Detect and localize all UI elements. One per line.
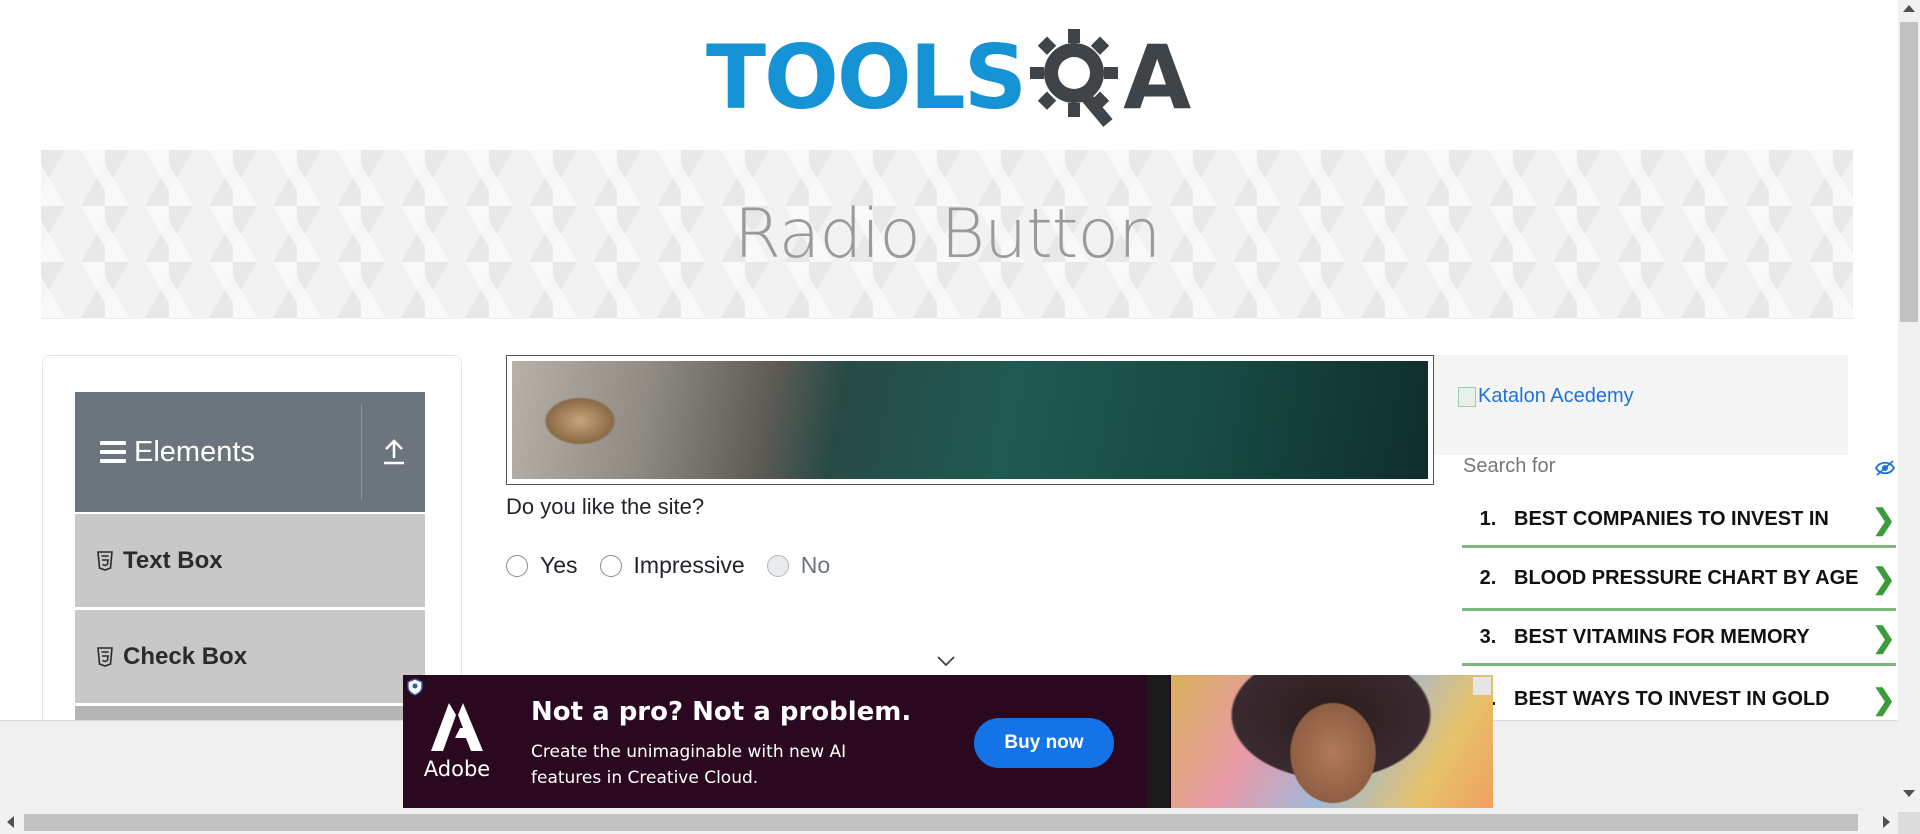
scroll-left-arrow-icon[interactable] (7, 816, 14, 828)
ad-search-label: Search for (1463, 455, 1556, 477)
logo-text-a: A (1123, 25, 1192, 129)
adobe-brand-text: Adobe (423, 757, 491, 781)
ad-item-text: BEST WAYS TO INVEST IN GOLD (1514, 688, 1830, 710)
sidebar-ad[interactable]: Katalon Acedemy Search for 1. BEST COMPA… (1434, 355, 1896, 720)
ad-search-item[interactable]: 2. BLOOD PRESSURE CHART BY AGE ❯ (1462, 548, 1896, 611)
chevron-right-icon: ❯ (1872, 503, 1896, 535)
ad-hide-eye-icon[interactable] (1874, 459, 1896, 477)
page-title: Radio Button (733, 195, 1161, 274)
hamburger-icon (100, 441, 126, 463)
ad-item-text: BLOOD PRESSURE CHART BY AGE (1514, 567, 1859, 589)
broken-image-icon (1458, 386, 1476, 407)
radio-yes[interactable] (506, 554, 528, 577)
radio-option-impressive[interactable]: Impressive (599, 552, 745, 579)
chevron-right-icon: ❯ (1872, 621, 1896, 653)
html5-icon (97, 550, 113, 571)
scroll-right-arrow-icon[interactable] (1883, 816, 1890, 828)
chevron-down-icon[interactable] (936, 654, 956, 668)
adobe-logo: Adobe (423, 701, 491, 783)
ad-item-number: 2. (1479, 566, 1497, 589)
radio-option-no: No (766, 552, 831, 579)
scroll-up-arrow-icon[interactable] (1903, 5, 1915, 12)
vertical-scroll-thumb[interactable] (1900, 22, 1918, 322)
ad-tool-strip (1147, 675, 1169, 808)
page-banner: Radio Button (41, 150, 1853, 319)
scroll-down-arrow-icon[interactable] (1903, 790, 1915, 797)
sidebar-group-elements[interactable]: Elements (75, 392, 425, 512)
ad-item-text: BEST VITAMINS FOR MEMORY (1514, 626, 1810, 648)
sidebar-group-title: Elements (134, 435, 255, 468)
radio-group: Yes Impressive No (506, 552, 852, 579)
adobe-a-icon (431, 703, 483, 751)
radio-no (766, 554, 789, 577)
buy-now-button[interactable]: Buy now (974, 718, 1114, 768)
katalon-alt-text: Katalon Acedemy (1478, 385, 1634, 407)
radio-question: Do you like the site? (506, 494, 705, 519)
chevron-right-icon: ❯ (1872, 683, 1896, 715)
sidebar-item-label: Text Box (123, 546, 223, 574)
divider (361, 404, 362, 500)
katalon-ad-link[interactable]: Katalon Acedemy (1458, 385, 1634, 408)
radio-impressive[interactable] (599, 554, 622, 577)
horizontal-scroll-thumb[interactable] (24, 814, 1858, 831)
scrollbar-corner (1898, 812, 1920, 834)
ad-search-item[interactable]: 3. BEST VITAMINS FOR MEMORY ❯ (1462, 611, 1896, 666)
ad-item-number: 3. (1479, 625, 1497, 648)
adchoices-shield-icon[interactable] (406, 678, 424, 696)
ad-search-item[interactable]: 1. BEST COMPANIES TO INVEST IN ❯ (1462, 493, 1896, 548)
toolsqa-logo[interactable]: TOOLS A (706, 20, 1196, 135)
gear-magnifier-icon (1030, 28, 1119, 127)
ad-portrait-image (1171, 675, 1493, 808)
ad-item-text: BEST COMPANIES TO INVEST IN (1514, 508, 1829, 530)
sidebar-item-label: Check Box (123, 642, 248, 670)
ad-close-icon[interactable] (1473, 677, 1491, 695)
sidebar-item-check-box[interactable]: Check Box (75, 610, 425, 705)
radio-label-no: No (800, 552, 831, 578)
ad-subtext: Create the unimaginable with new AI feat… (531, 742, 847, 788)
sidebar: Elements Text Box Check Box (42, 355, 462, 757)
ad-item-number: 1. (1479, 507, 1497, 530)
ad-search-item[interactable]: 4. BEST WAYS TO INVEST IN GOLD ❯ (1462, 673, 1896, 720)
hero-image-content (512, 361, 1428, 479)
radio-label-impressive[interactable]: Impressive (634, 552, 745, 579)
radio-label-yes[interactable]: Yes (540, 552, 578, 579)
html5-icon (97, 646, 113, 667)
ad-headline: Not a pro? Not a problem. (531, 697, 912, 727)
chevron-right-icon: ❯ (1872, 562, 1896, 594)
collapse-up-icon[interactable] (381, 438, 407, 466)
radio-option-yes[interactable]: Yes (506, 552, 578, 579)
hero-ad-image[interactable] (506, 355, 1434, 485)
adobe-banner-ad[interactable]: Adobe Not a pro? Not a problem. Create t… (403, 675, 1493, 808)
logo-text-tools: TOOLS (706, 25, 1027, 129)
sidebar-item-text-box[interactable]: Text Box (75, 514, 425, 609)
